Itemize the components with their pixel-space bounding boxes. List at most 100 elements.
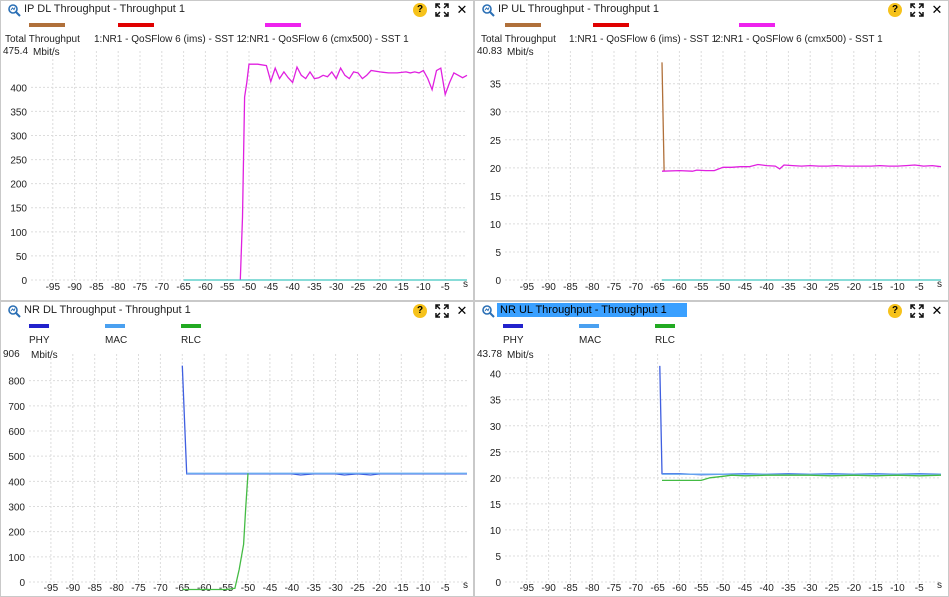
y-tick-label: 50: [16, 252, 28, 263]
x-tick-label: -45: [738, 583, 753, 594]
x-tick-label: -70: [155, 282, 170, 293]
x-tick-label: -35: [306, 583, 321, 594]
legend-label: MAC: [579, 335, 601, 346]
x-tick-label: -40: [759, 583, 774, 594]
legend-label: 2:NR1 - QoSFlow 6 (cmx500) - SST 1: [715, 34, 883, 45]
legend-swatch: [579, 324, 599, 328]
y-tick-label: 500: [8, 452, 25, 463]
x-tick-label: -60: [198, 282, 213, 293]
y-tick-label: 30: [490, 108, 502, 119]
x-unit-label: s: [937, 580, 942, 591]
x-tick-label: -95: [520, 282, 535, 293]
legend-label: 1:NR1 - QoSFlow 6 (ims) - SST 1: [569, 34, 718, 45]
legend-swatch: [503, 324, 523, 328]
x-tick-label: -55: [694, 583, 709, 594]
y-max-label: 906: [3, 349, 20, 360]
x-tick-label: -80: [111, 282, 126, 293]
throughput-chart: PHY MAC RLC 906 Mbit/s 0 100 200 300 400 500 600 700…: [3, 324, 468, 594]
x-tick-label: -80: [585, 282, 600, 293]
legend-swatch: [181, 324, 201, 328]
x-tick-label: -30: [328, 583, 343, 594]
legend-swatch: [655, 324, 675, 328]
x-tick-label: -20: [372, 583, 387, 594]
x-tick-label: -60: [672, 282, 687, 293]
y-tick-label: 15: [490, 500, 502, 511]
y-tick-label: 700: [8, 402, 25, 413]
legend-label: Total Throughput: [481, 34, 556, 45]
x-tick-label: -10: [416, 282, 431, 293]
x-tick-label: -70: [153, 583, 168, 594]
legend-swatch: [505, 23, 541, 27]
x-tick-label: -85: [87, 583, 102, 594]
x-tick-label: -50: [241, 583, 256, 594]
x-tick-label: -25: [825, 583, 840, 594]
x-tick-label: -75: [607, 583, 622, 594]
x-tick-label: -95: [46, 282, 61, 293]
x-tick-label: -45: [738, 282, 753, 293]
x-tick-label: -80: [109, 583, 124, 594]
y-tick-label: 10: [490, 220, 502, 231]
x-tick-label: -95: [44, 583, 59, 594]
legend-swatch: [29, 23, 65, 27]
throughput-chart: Total Throughput 1:NR1 - QoSFlow 6 (ims) …: [3, 23, 468, 293]
x-tick-label: -85: [563, 583, 578, 594]
y-tick-label: 5: [495, 248, 501, 259]
legend-swatch: [29, 324, 49, 328]
legend-label: 2:NR1 - QoSFlow 6 (cmx500) - SST 1: [241, 34, 409, 45]
series-line-2-nr1-qosflow-6-cmx500-sst-1: [239, 63, 468, 281]
x-tick-label: -90: [67, 282, 82, 293]
x-tick-label: -45: [263, 583, 278, 594]
x-tick-label: -30: [329, 282, 344, 293]
y-unit-label: Mbit/s: [33, 47, 60, 58]
x-tick-label: -95: [520, 583, 535, 594]
y-max-label: 475.4: [3, 46, 28, 57]
y-tick-label: 100: [10, 228, 27, 239]
legend-label: PHY: [29, 335, 50, 346]
y-tick-label: 0: [21, 276, 27, 287]
y-unit-label: Mbit/s: [31, 350, 58, 361]
x-tick-label: -40: [285, 583, 300, 594]
series-line-total-throughput: [661, 62, 665, 171]
x-tick-label: -15: [868, 282, 883, 293]
x-tick-label: -75: [607, 282, 622, 293]
throughput-chart: PHY MAC RLC43.78 Mbit/s0510152025303540-95-…: [477, 324, 942, 594]
nr-dl-throughput-panel: NR DL Throughput - Throughput 1? ✕ PHY MAC R…: [0, 301, 474, 597]
x-tick-label: -35: [781, 282, 796, 293]
x-tick-label: -15: [394, 282, 409, 293]
x-tick-label: -5: [441, 583, 450, 594]
throughput-chart: Total Throughput 1:NR1 - QoSFlow 6 (ims) …: [477, 23, 942, 293]
x-tick-label: -50: [242, 282, 257, 293]
x-tick-label: -55: [220, 282, 235, 293]
x-tick-label: -35: [307, 282, 322, 293]
x-tick-label: -30: [803, 583, 818, 594]
y-tick-label: 5: [495, 552, 501, 563]
nr-ul-throughput-panel: NR UL Throughput - Throughput 1? ✕ PHY MAC R…: [474, 301, 949, 597]
x-tick-label: -35: [781, 583, 796, 594]
x-tick-label: -75: [131, 583, 146, 594]
y-unit-label: Mbit/s: [507, 350, 534, 361]
x-tick-label: -25: [825, 282, 840, 293]
x-tick-label: -15: [394, 583, 409, 594]
ip-dl-throughput-panel: IP DL Throughput - Throughput 1? ✕ Total T…: [0, 0, 474, 301]
legend-swatch: [265, 23, 301, 27]
y-tick-label: 300: [10, 131, 27, 142]
x-unit-label: s: [463, 580, 468, 591]
x-tick-label: -60: [197, 583, 212, 594]
x-tick-label: -65: [175, 583, 190, 594]
x-tick-label: -10: [416, 583, 431, 594]
y-tick-label: 20: [490, 474, 502, 485]
y-tick-label: 400: [8, 477, 25, 488]
x-tick-label: -70: [629, 282, 644, 293]
x-tick-label: -50: [716, 282, 731, 293]
y-tick-label: 200: [8, 528, 25, 539]
x-tick-label: -90: [66, 583, 81, 594]
x-tick-label: -5: [915, 583, 924, 594]
legend-label: PHY: [503, 335, 524, 346]
x-tick-label: -70: [629, 583, 644, 594]
x-tick-label: -5: [441, 282, 450, 293]
x-tick-label: -10: [890, 583, 905, 594]
y-tick-label: 800: [8, 377, 25, 388]
x-tick-label: -85: [563, 282, 578, 293]
y-tick-label: 250: [10, 156, 27, 167]
legend-swatch: [118, 23, 154, 27]
